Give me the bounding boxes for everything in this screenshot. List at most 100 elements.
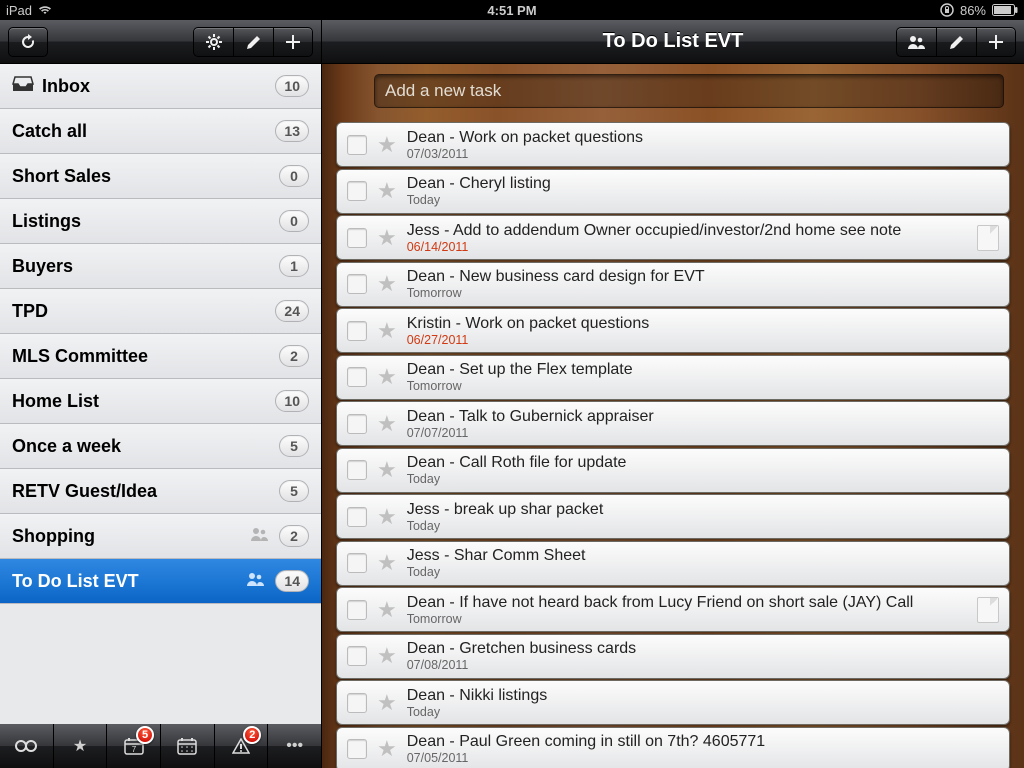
task-checkbox[interactable] [347, 274, 367, 294]
task-checkbox[interactable] [347, 181, 367, 201]
task-checkbox[interactable] [347, 321, 367, 341]
battery-icon [992, 4, 1018, 16]
task-title: Jess - Add to addendum Owner occupied/in… [407, 222, 967, 240]
task-row[interactable]: ★Jess - break up shar packetToday [336, 494, 1010, 539]
task-row[interactable]: ★Dean - Talk to Gubernick appraiser07/07… [336, 401, 1010, 446]
sidebar-item[interactable]: Catch all13 [0, 109, 321, 154]
sidebar-item[interactable]: To Do List EVT14 [0, 559, 321, 604]
star-icon[interactable]: ★ [377, 504, 397, 530]
task-row[interactable]: ★Dean - Nikki listingsToday [336, 680, 1010, 725]
sidebar-toolbar [0, 20, 321, 64]
tab-all[interactable] [0, 724, 54, 768]
star-icon[interactable]: ★ [377, 736, 397, 762]
add-task-field[interactable] [374, 74, 1004, 108]
device-label: iPad [6, 3, 32, 18]
task-row[interactable]: ★ Dean - Paul Green coming in still on 7t… [336, 727, 1010, 768]
task-row[interactable]: ★Dean - Cheryl listingToday [336, 169, 1010, 214]
sidebar-item-label: Short Sales [12, 166, 111, 187]
star-icon[interactable]: ★ [377, 457, 397, 483]
sidebar-item-label: Shopping [12, 526, 95, 547]
sidebar-item-label: Home List [12, 391, 99, 412]
share-button[interactable] [896, 27, 936, 57]
task-checkbox[interactable] [347, 507, 367, 527]
tab-more[interactable]: ••• [268, 724, 321, 768]
task-date: Today [407, 193, 999, 207]
note-icon [977, 597, 999, 623]
task-title: Jess - Shar Comm Sheet [407, 547, 999, 565]
task-row[interactable]: ★Dean - Call Roth file for updateToday [336, 448, 1010, 493]
sidebar-item[interactable]: TPD24 [0, 289, 321, 334]
shared-icon [245, 571, 267, 592]
tasks-container[interactable]: ★ Dean - Work on packet questions07/03/20… [322, 122, 1024, 768]
bottom-tabbar: ★ 7 5 2 ••• [0, 724, 321, 768]
sidebar-item[interactable]: Shopping2 [0, 514, 321, 559]
settings-button[interactable] [193, 27, 233, 57]
star-icon[interactable]: ★ [377, 411, 397, 437]
sidebar-item[interactable]: MLS Committee2 [0, 334, 321, 379]
star-icon[interactable]: ★ [377, 364, 397, 390]
task-row[interactable]: ★ Jess - Add to addendum Owner occupied/i… [336, 215, 1010, 260]
list-title: To Do List EVT [603, 30, 744, 53]
task-row[interactable]: ★Dean - Set up the Flex templateTomorrow [336, 355, 1010, 400]
star-icon[interactable]: ★ [377, 550, 397, 576]
star-icon[interactable]: ★ [377, 178, 397, 204]
task-row[interactable]: ★Jess - Shar Comm SheetToday [336, 541, 1010, 586]
task-date: Tomorrow [407, 379, 999, 393]
sidebar-item[interactable]: Buyers1 [0, 244, 321, 289]
tab-starred[interactable]: ★ [54, 724, 108, 768]
add-task-button[interactable] [976, 27, 1016, 57]
task-row[interactable]: ★ Dean - New business card design for EVT… [336, 262, 1010, 307]
task-checkbox[interactable] [347, 367, 367, 387]
today-count-badge: 5 [136, 726, 154, 744]
tab-week[interactable] [161, 724, 215, 768]
star-icon[interactable]: ★ [377, 132, 397, 158]
star-icon[interactable]: ★ [377, 597, 397, 623]
task-row[interactable]: ★Dean - Gretchen business cards07/08/201… [336, 634, 1010, 679]
add-list-button[interactable] [273, 27, 313, 57]
sidebar-item[interactable]: Short Sales0 [0, 154, 321, 199]
tab-overdue[interactable]: 2 [215, 724, 269, 768]
star-icon[interactable]: ★ [377, 318, 397, 344]
edit-button[interactable] [233, 27, 273, 57]
task-date: 07/07/2011 [407, 426, 999, 440]
edit-tasks-button[interactable] [936, 27, 976, 57]
task-title: Dean - Work on packet questions [407, 129, 999, 147]
sidebar-item[interactable]: Once a week5 [0, 424, 321, 469]
sidebar-item-count: 1 [279, 255, 309, 277]
task-date: 07/03/2011 [407, 147, 999, 161]
star-icon[interactable]: ★ [377, 643, 397, 669]
star-icon[interactable]: ★ [377, 225, 397, 251]
task-row[interactable]: ★ Dean - Work on packet questions07/03/20… [336, 122, 1010, 167]
add-task-input[interactable] [385, 81, 993, 101]
task-date: 06/27/2011 [407, 333, 999, 347]
task-title: Dean - Paul Green coming in still on 7th… [407, 733, 999, 751]
lists-container[interactable]: Inbox10Catch all13Short Sales0Listings0B… [0, 64, 321, 724]
tab-today[interactable]: 7 5 [107, 724, 161, 768]
task-date: 07/05/2011 [407, 751, 999, 765]
task-checkbox[interactable] [347, 135, 367, 155]
task-checkbox[interactable] [347, 553, 367, 573]
sidebar-item[interactable]: Home List 10 [0, 379, 321, 424]
task-title: Dean - New business card design for EVT [407, 268, 999, 286]
task-title: Dean - Gretchen business cards [407, 640, 999, 658]
task-checkbox[interactable] [347, 414, 367, 434]
task-row[interactable]: ★Dean - If have not heard back from Lucy… [336, 587, 1010, 632]
task-checkbox[interactable] [347, 739, 367, 759]
sidebar-item-count: 0 [279, 210, 309, 232]
task-checkbox[interactable] [347, 228, 367, 248]
star-icon[interactable]: ★ [377, 690, 397, 716]
task-checkbox[interactable] [347, 646, 367, 666]
sidebar-item[interactable]: Inbox10 [0, 64, 321, 109]
task-title: Dean - Call Roth file for update [407, 454, 999, 472]
star-icon[interactable]: ★ [377, 271, 397, 297]
sidebar-item[interactable]: RETV Guest/Idea5 [0, 469, 321, 514]
task-checkbox[interactable] [347, 693, 367, 713]
task-row[interactable]: ★Kristin - Work on packet questions06/27… [336, 308, 1010, 353]
sidebar-item-count: 10 [275, 390, 309, 412]
refresh-button[interactable] [8, 27, 48, 57]
task-checkbox[interactable] [347, 460, 367, 480]
battery-label: 86% [960, 3, 986, 18]
inbox-icon [12, 76, 34, 97]
task-checkbox[interactable] [347, 600, 367, 620]
sidebar-item[interactable]: Listings0 [0, 199, 321, 244]
